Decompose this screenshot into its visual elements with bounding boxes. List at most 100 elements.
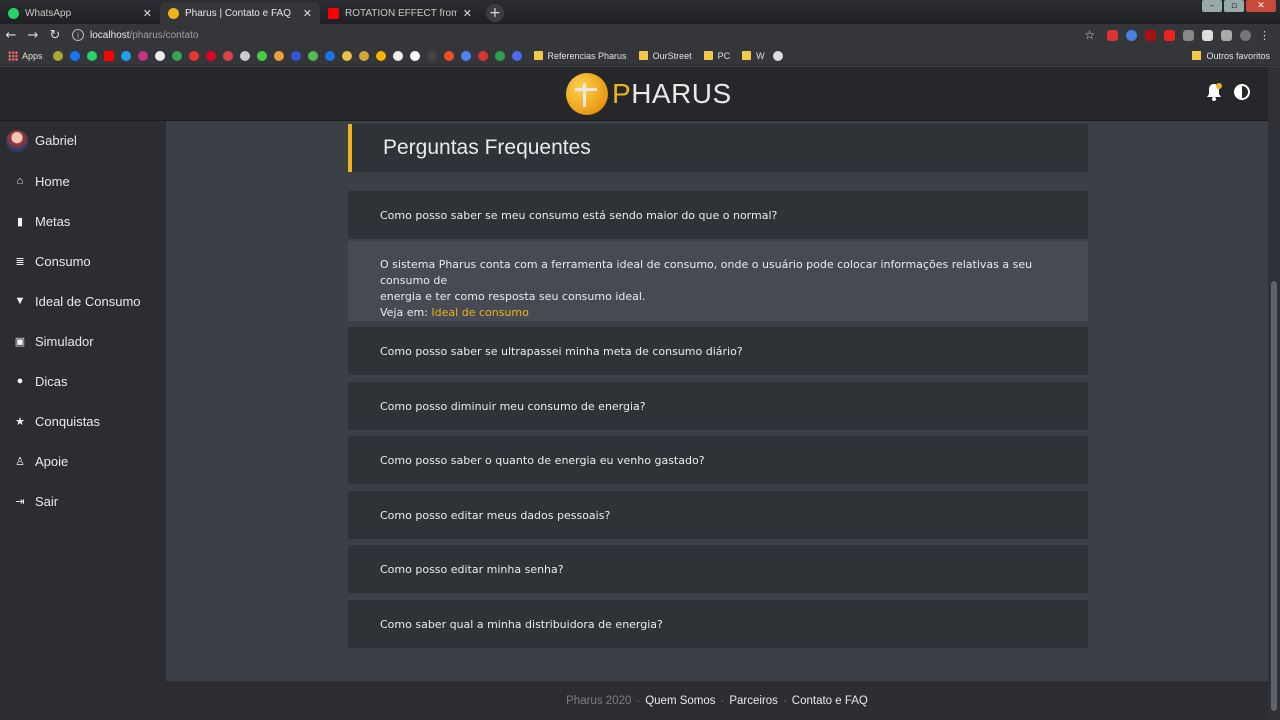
app-icon[interactable] [341, 50, 352, 61]
app-icon[interactable] [511, 50, 522, 61]
faq-item[interactable]: Como posso diminuir meu consumo de energ… [348, 382, 1088, 430]
footer-link-contato[interactable]: Contato e FAQ [792, 695, 868, 707]
notification-bell-icon[interactable] [1206, 83, 1222, 101]
facebook-icon[interactable] [69, 50, 80, 61]
youtube-icon[interactable] [103, 50, 114, 61]
window-close-button[interactable]: ✕ [1246, 0, 1276, 12]
faq-item[interactable]: Como posso editar minha senha? [348, 545, 1088, 593]
sidebar-item-dicas[interactable]: ● Dicas [0, 361, 166, 401]
user-name: Gabriel [35, 133, 77, 148]
tab-youtube[interactable]: ROTATION EFFECT from Billie Eili ✕ [320, 2, 480, 24]
forward-icon[interactable]: → [22, 28, 44, 43]
url-field[interactable]: i localhost/pharus/contato [72, 26, 1084, 44]
app-icon[interactable] [426, 50, 437, 61]
drive-icon[interactable] [171, 50, 182, 61]
extension-icon[interactable] [1183, 29, 1194, 41]
youtube-ext-icon[interactable] [1164, 29, 1175, 41]
sidebar-item-sair[interactable]: ⇥ Sair [0, 481, 166, 521]
close-icon[interactable]: ✕ [303, 7, 312, 20]
app-icon[interactable] [494, 50, 505, 61]
faq-question[interactable]: Como posso saber se meu consumo está sen… [348, 191, 1088, 239]
translate-icon[interactable] [1126, 29, 1137, 41]
app-icon[interactable] [188, 50, 199, 61]
globe-icon[interactable] [772, 50, 783, 61]
app-icon[interactable] [273, 50, 284, 61]
tab-whatsapp[interactable]: WhatsApp ✕ [0, 2, 160, 24]
app-icon[interactable] [375, 50, 386, 61]
app-icon[interactable] [477, 50, 488, 61]
google-icon[interactable] [154, 50, 165, 61]
sidebar-item-home[interactable]: ⌂ Home [0, 161, 166, 201]
figma-icon[interactable] [443, 50, 454, 61]
sidebar-item-simulador[interactable]: ▣ Simulador [0, 321, 166, 361]
ideal-consumo-link[interactable]: Ideal de consumo [431, 306, 528, 319]
close-icon[interactable]: ✕ [143, 7, 152, 20]
sidebar: Gabriel ⌂ Home ▮ Metas ≣ Consumo ▼ Ideal de … [0, 121, 166, 720]
bookmark-folder[interactable]: Referencias Pharus [533, 51, 627, 61]
faq-question[interactable]: Como saber qual a minha distribuidora de… [348, 600, 1088, 648]
bookmark-icon[interactable] [52, 50, 63, 61]
bookmark-icons [52, 50, 522, 61]
faq-question[interactable]: Como posso editar minha senha? [348, 545, 1088, 593]
instagram-icon[interactable] [137, 50, 148, 61]
faq-question[interactable]: Como posso saber se ultrapassei minha me… [348, 327, 1088, 375]
adblock-icon[interactable] [1107, 29, 1118, 41]
bookmark-folder[interactable]: OurStreet [638, 51, 692, 61]
faq-item[interactable]: Como posso saber se ultrapassei minha me… [348, 327, 1088, 375]
app-icon[interactable] [358, 50, 369, 61]
faq-question[interactable]: Como posso diminuir meu consumo de energ… [348, 382, 1088, 430]
scrollbar-thumb[interactable] [1271, 281, 1277, 711]
profile-avatar[interactable] [1240, 29, 1251, 41]
close-icon[interactable]: ✕ [463, 7, 472, 20]
app-icon[interactable] [324, 50, 335, 61]
tab-pharus[interactable]: Pharus | Contato e FAQ ✕ [160, 2, 320, 24]
bookmark-folder[interactable]: W [742, 51, 765, 61]
apps-bookmark[interactable]: Apps [8, 50, 43, 61]
sidebar-item-apoie[interactable]: ♙ Apoie [0, 441, 166, 481]
pdf-icon[interactable] [1145, 29, 1156, 41]
info-icon[interactable]: i [72, 29, 84, 41]
footer-link-parceiros[interactable]: Parceiros [729, 695, 778, 707]
answer-text: energia e ter como resposta seu consumo … [380, 290, 646, 303]
sidebar-item-conquistas[interactable]: ★ Conquistas [0, 401, 166, 441]
other-bookmarks[interactable]: Outros favoritos [1192, 51, 1270, 61]
reload-icon[interactable]: ↻ [44, 28, 66, 43]
faq-item[interactable]: Como posso editar meus dados pessoais? [348, 491, 1088, 539]
twitter-icon[interactable] [120, 50, 131, 61]
faq-item[interactable]: Como posso saber o quanto de energia eu … [348, 436, 1088, 484]
pharus-logo[interactable]: PHARUS [566, 73, 732, 115]
sidebar-item-ideal-de-consumo[interactable]: ▼ Ideal de Consumo [0, 281, 166, 321]
app-icon[interactable] [460, 50, 471, 61]
pinterest-icon[interactable] [205, 50, 216, 61]
app-icon[interactable] [307, 50, 318, 61]
folder-label: W [756, 50, 765, 61]
minimize-button[interactable]: – [1202, 0, 1222, 12]
sidebar-user[interactable]: Gabriel [0, 121, 166, 161]
puzzle-icon[interactable] [1202, 29, 1213, 41]
tab-title: ROTATION EFFECT from Billie Eili [345, 7, 457, 19]
sidebar-item-consumo[interactable]: ≣ Consumo [0, 241, 166, 281]
sidebar-item-metas[interactable]: ▮ Metas [0, 201, 166, 241]
app-icon[interactable] [239, 50, 250, 61]
bookmark-star-icon[interactable]: ☆ [1084, 28, 1095, 42]
playlist-icon[interactable] [1221, 29, 1232, 41]
faq-item[interactable]: Como posso saber se meu consumo está sen… [348, 191, 1088, 239]
faq-item[interactable]: Como saber qual a minha distribuidora de… [348, 600, 1088, 648]
menu-icon[interactable]: ⋮ [1259, 30, 1270, 41]
back-icon[interactable]: ← [0, 28, 22, 43]
maximize-button[interactable]: ▫ [1224, 0, 1244, 12]
app-icon[interactable] [256, 50, 267, 61]
scrollbar[interactable] [1268, 67, 1280, 720]
app-icon[interactable] [290, 50, 301, 61]
whatsapp-icon[interactable] [86, 50, 97, 61]
theme-toggle-icon[interactable] [1234, 84, 1250, 100]
app-icon[interactable] [222, 50, 233, 61]
footer-link-quem-somos[interactable]: Quem Somos [645, 695, 715, 707]
github-icon[interactable] [392, 50, 403, 61]
bookmark-folder[interactable]: PC [703, 51, 730, 61]
sidebar-item-label: Simulador [35, 333, 94, 349]
faq-question[interactable]: Como posso editar meus dados pessoais? [348, 491, 1088, 539]
app-icon[interactable] [409, 50, 420, 61]
new-tab-button[interactable]: + [486, 4, 504, 22]
faq-question[interactable]: Como posso saber o quanto de energia eu … [348, 436, 1088, 484]
